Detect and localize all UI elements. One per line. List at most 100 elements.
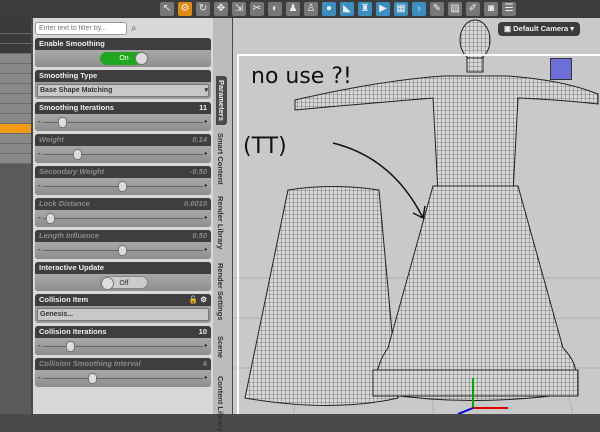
property-slider[interactable]: - • bbox=[35, 242, 211, 259]
left-row-selected[interactable] bbox=[0, 124, 31, 134]
left-dropdown[interactable] bbox=[0, 18, 31, 34]
edit-icon[interactable]: ✐ bbox=[466, 2, 480, 16]
vertical-tabs: Parameters Smart Content Render Library Ren… bbox=[213, 18, 232, 432]
toggle-knob[interactable] bbox=[101, 277, 114, 290]
minus-icon[interactable]: - bbox=[38, 117, 41, 126]
dropdown-value: Genesis... bbox=[40, 311, 74, 318]
slider-knob[interactable] bbox=[65, 341, 75, 352]
left-row[interactable] bbox=[0, 34, 31, 44]
plus-icon[interactable]: • bbox=[204, 149, 207, 158]
toggle-label: On bbox=[119, 55, 129, 62]
minus-icon[interactable]: - bbox=[38, 181, 41, 190]
dforce-icon[interactable]: ♜ bbox=[358, 2, 372, 16]
translate-tool-icon[interactable]: ✥ bbox=[214, 2, 228, 16]
plus-icon[interactable]: • bbox=[204, 117, 207, 126]
property-slider[interactable]: - • bbox=[35, 114, 211, 131]
slider-knob[interactable] bbox=[118, 181, 127, 192]
minus-icon[interactable]: - bbox=[38, 245, 41, 254]
left-row[interactable] bbox=[0, 104, 31, 114]
joint-editor-icon[interactable]: ✂ bbox=[250, 2, 264, 16]
viewport[interactable]: no use ?! (TT) ▣ Default Camera ▾ bbox=[233, 18, 600, 414]
tool-icon[interactable]: ✎ bbox=[430, 2, 444, 16]
property-value[interactable]: 10 bbox=[199, 326, 207, 338]
filter-input[interactable] bbox=[35, 22, 127, 35]
toggle-switch[interactable]: Off bbox=[100, 276, 148, 290]
plus-icon[interactable]: • bbox=[204, 213, 207, 222]
toggle-switch[interactable]: On bbox=[100, 52, 148, 65]
camera-label: Default Camera bbox=[513, 24, 569, 33]
tab-content-library[interactable]: Content Library bbox=[216, 376, 225, 432]
tab-render-library[interactable]: Render Library bbox=[216, 196, 225, 249]
camera-selector[interactable]: ▣ Default Camera ▾ bbox=[497, 22, 580, 36]
property-value[interactable]: 0.0010 bbox=[184, 198, 207, 210]
property-dropdown[interactable]: Genesis... bbox=[37, 308, 209, 321]
property-secondary-weight: Secondary Weight -0.50- • bbox=[35, 166, 211, 195]
slider-knob[interactable] bbox=[73, 149, 82, 160]
material-icon[interactable]: ▦ bbox=[394, 2, 408, 16]
left-row[interactable] bbox=[0, 154, 31, 164]
left-row[interactable] bbox=[0, 94, 31, 104]
minus-icon[interactable]: - bbox=[38, 213, 41, 222]
plus-icon[interactable]: • bbox=[204, 181, 207, 190]
property-label: Weight bbox=[39, 135, 64, 144]
lock-gear-icon[interactable]: 🔓 ⚙ bbox=[189, 294, 207, 306]
property-header: Smoothing Iterations 11 bbox=[35, 102, 211, 114]
slider-knob[interactable] bbox=[118, 245, 127, 256]
node-weight-icon[interactable]: ♟ bbox=[286, 2, 300, 16]
property-label: Smoothing Iterations bbox=[39, 103, 114, 112]
slider-knob[interactable] bbox=[88, 373, 97, 384]
property-value[interactable]: 6 bbox=[203, 358, 207, 370]
tab-smart-content[interactable]: Smart Content bbox=[216, 133, 225, 185]
forward-icon[interactable]: › bbox=[412, 2, 426, 16]
slider-knob[interactable] bbox=[58, 117, 67, 128]
plus-icon[interactable]: • bbox=[204, 373, 207, 382]
plus-icon[interactable]: • bbox=[204, 341, 207, 350]
scale-tool-icon[interactable]: ⇲ bbox=[232, 2, 246, 16]
left-row[interactable] bbox=[0, 144, 31, 154]
left-row[interactable] bbox=[0, 84, 31, 94]
property-value[interactable]: -0.50 bbox=[190, 166, 207, 178]
property-slider[interactable]: - • bbox=[35, 146, 211, 163]
left-row[interactable] bbox=[0, 74, 31, 84]
minus-icon[interactable]: - bbox=[38, 149, 41, 158]
left-row[interactable] bbox=[0, 54, 31, 64]
left-row[interactable] bbox=[0, 44, 31, 54]
main-toolbar: ↖ ⚙ ↻ ✥ ⇲ ✂ ◐ ♟ ♙ ● ◣ ♜ ▶ ▦ › ✎ ▨ ✐ ◙ ☰ bbox=[0, 0, 600, 18]
tab-parameters[interactable]: Parameters bbox=[216, 76, 227, 125]
property-header: Length Influence 0.50 bbox=[35, 230, 211, 242]
render-icon[interactable]: ● bbox=[322, 2, 336, 16]
universal-tool-icon[interactable]: ⚙ bbox=[178, 2, 192, 16]
tab-scene[interactable]: Scene bbox=[216, 336, 225, 358]
rotate-tool-icon[interactable]: ↻ bbox=[196, 2, 210, 16]
chevron-down-icon: ▾ bbox=[204, 87, 208, 94]
left-row[interactable] bbox=[0, 64, 31, 74]
figure-tool-icon[interactable]: ♙ bbox=[304, 2, 318, 16]
property-header: Lock Distance 0.0010 bbox=[35, 198, 211, 210]
minus-icon[interactable]: - bbox=[38, 341, 41, 350]
property-slider[interactable]: - • bbox=[35, 338, 211, 355]
property-dropdown[interactable]: Base Shape Matching ▾ bbox=[37, 84, 209, 97]
layout-icon[interactable]: ☰ bbox=[502, 2, 516, 16]
view-cube-icon[interactable] bbox=[550, 58, 572, 80]
property-value[interactable]: 11 bbox=[199, 102, 207, 114]
property-slider[interactable]: - • bbox=[35, 210, 211, 227]
simulate-icon[interactable]: ▶ bbox=[376, 2, 390, 16]
minus-icon[interactable]: - bbox=[38, 373, 41, 382]
surface-tool-icon[interactable]: ◐ bbox=[268, 2, 282, 16]
camera-snapshot-icon[interactable]: ◙ bbox=[484, 2, 498, 16]
property-value[interactable]: 0.50 bbox=[192, 230, 207, 242]
property-slider[interactable]: - • bbox=[35, 178, 211, 195]
tab-render-settings[interactable]: Render Settings bbox=[216, 263, 225, 321]
iray-icon[interactable]: ◣ bbox=[340, 2, 354, 16]
property-value[interactable]: 0.14 bbox=[192, 134, 207, 146]
left-row[interactable] bbox=[0, 134, 31, 144]
select-tool-icon[interactable]: ↖ bbox=[160, 2, 174, 16]
camera-icon: ▣ bbox=[503, 24, 514, 33]
toggle-knob[interactable] bbox=[135, 52, 148, 65]
property-slider[interactable]: - • bbox=[35, 370, 211, 387]
search-icon[interactable]: ⌕ bbox=[131, 23, 137, 34]
left-row[interactable] bbox=[0, 114, 31, 124]
hatch-icon[interactable]: ▨ bbox=[448, 2, 462, 16]
slider-knob[interactable] bbox=[46, 213, 55, 224]
plus-icon[interactable]: • bbox=[204, 245, 207, 254]
